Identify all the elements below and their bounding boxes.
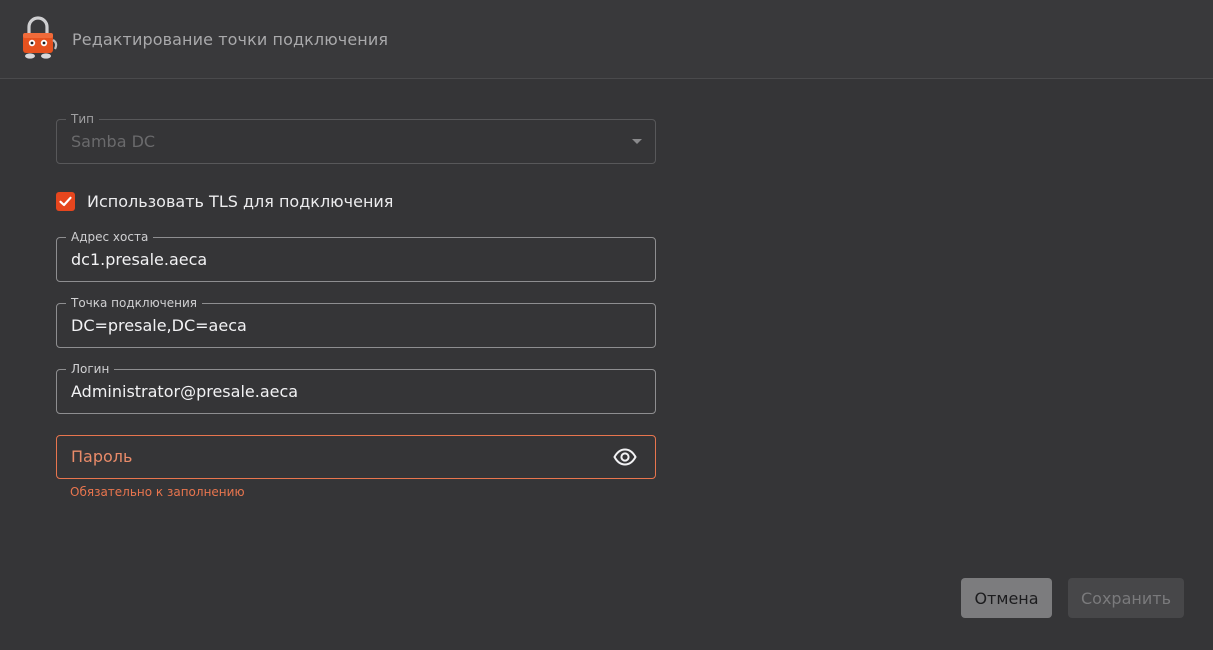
host-label: Адрес хоста <box>66 230 154 244</box>
eye-icon[interactable] <box>613 447 637 467</box>
password-error-text: Обязательно к заполнению <box>70 485 245 499</box>
type-label: Тип <box>66 112 99 126</box>
use-tls-checkbox-row[interactable]: Использовать TLS для подключения <box>56 190 393 212</box>
edit-connection-dialog: Редактирование точки подключения Тип Sam… <box>0 0 1213 650</box>
chevron-down-icon <box>632 139 642 144</box>
cancel-button[interactable]: Отмена <box>961 578 1052 618</box>
dialog-title: Редактирование точки подключения <box>72 30 389 49</box>
dialog-header: Редактирование точки подключения <box>0 0 1213 79</box>
type-select: Тип Samba DC <box>56 112 656 164</box>
host-field[interactable]: Адрес хоста dc1.presale.aeca <box>56 230 656 282</box>
password-field[interactable]: Пароль <box>56 435 656 479</box>
host-input[interactable]: dc1.presale.aeca <box>71 250 591 270</box>
password-input[interactable]: Пароль <box>71 447 591 467</box>
login-field[interactable]: Логин Administrator@presale.aeca <box>56 362 656 414</box>
save-button[interactable]: Сохранить <box>1068 578 1184 618</box>
checkmark-icon <box>59 196 72 206</box>
use-tls-checkbox[interactable] <box>56 191 75 211</box>
login-label: Логин <box>66 362 115 376</box>
type-value: Samba DC <box>71 132 156 151</box>
app-logo-icon <box>23 16 58 59</box>
base-dn-field[interactable]: Точка подключения DC=presale,DC=aeca <box>56 296 656 348</box>
base-dn-input[interactable]: DC=presale,DC=aeca <box>71 316 591 336</box>
base-dn-label: Точка подключения <box>66 296 203 310</box>
login-input[interactable]: Administrator@presale.aeca <box>71 382 591 402</box>
use-tls-label: Использовать TLS для подключения <box>87 191 394 211</box>
